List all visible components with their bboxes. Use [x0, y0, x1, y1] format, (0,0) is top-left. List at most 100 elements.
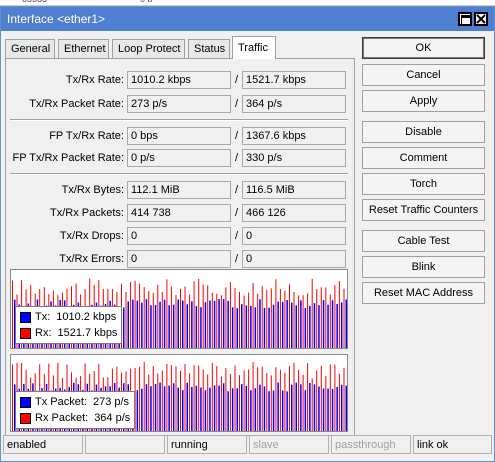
rx-bar	[125, 292, 127, 348]
close-icon[interactable]	[474, 12, 488, 26]
rx-bar	[325, 376, 327, 431]
tx-bar	[286, 391, 288, 431]
rx-bar	[139, 366, 141, 431]
fp-rx-packet-rate-field[interactable]: 330 p/s	[242, 149, 346, 167]
fp-rx-rate-field[interactable]: 1367.6 kbps	[242, 127, 346, 145]
tx-rx-errors-label: Tx/Rx Errors:	[59, 253, 124, 265]
tx-bar	[241, 384, 243, 431]
tx-drops-field[interactable]: 0	[127, 227, 231, 245]
tx-errors-field[interactable]: 0	[127, 250, 231, 268]
tab-ethernet[interactable]: Ethernet	[58, 39, 109, 58]
tx-bytes-field[interactable]: 112.1 MiB	[127, 181, 231, 199]
tx-bar	[159, 301, 161, 348]
status-link: link ok	[413, 435, 492, 454]
tx-packet-rate-field[interactable]: 273 p/s	[127, 95, 231, 113]
rx-bar	[134, 280, 136, 348]
tx-bar	[177, 387, 179, 431]
rx-bar	[257, 367, 259, 431]
rx-bar	[166, 279, 168, 348]
rx-packets-field[interactable]: 466 126	[242, 204, 346, 222]
tx-bar	[300, 384, 302, 431]
rx-bar	[252, 283, 254, 348]
tx-bar	[336, 387, 338, 431]
rx-bar	[207, 285, 209, 348]
rx-bar	[261, 285, 263, 348]
rx-bar	[143, 287, 145, 348]
maximize-icon[interactable]	[458, 12, 472, 26]
rx-bar	[343, 367, 345, 431]
rx-bar	[261, 366, 263, 431]
tx-bar	[172, 304, 175, 348]
tab-status[interactable]: Status	[188, 39, 230, 58]
rx-bar	[338, 373, 340, 431]
tx-rx-packet-rate-label: Tx/Rx Packet Rate:	[29, 98, 124, 110]
tx-rx-rate-label: Tx/Rx Rate:	[65, 74, 124, 86]
tx-bar	[172, 383, 175, 431]
reset-mac-address-button[interactable]: Reset MAC Address	[362, 282, 485, 304]
rx-bar	[289, 284, 290, 348]
rx-bar	[320, 365, 322, 431]
tx-rx-bytes-label: Tx/Rx Bytes:	[61, 184, 124, 196]
tx-bar	[168, 385, 170, 431]
rx-bar	[234, 288, 236, 348]
legend-rx-label: Rx:	[35, 327, 52, 339]
fp-tx-packet-rate-field[interactable]: 0 p/s	[127, 149, 231, 167]
tx-bar	[195, 306, 198, 348]
tx-bar	[281, 390, 284, 431]
tab-loop-protect[interactable]: Loop Protect	[112, 39, 185, 58]
tx-bar	[259, 299, 261, 348]
tx-bar	[340, 302, 343, 348]
rx-bar	[270, 375, 272, 431]
rx-bar	[284, 290, 286, 348]
tx-bar	[322, 388, 325, 431]
tx-color-swatch	[20, 311, 31, 323]
rx-bar	[229, 373, 231, 431]
tx-bar	[250, 390, 252, 431]
tx-bar	[195, 385, 198, 431]
cancel-button[interactable]: Cancel	[362, 64, 485, 86]
tx-bar	[277, 301, 279, 348]
rx-bytes-field[interactable]: 116.5 MiB	[242, 181, 346, 199]
background-text-2: 0 b	[140, 0, 153, 4]
tx-bar	[132, 299, 134, 348]
tx-bar	[218, 385, 220, 431]
tx-bar	[263, 307, 266, 348]
title-bar[interactable]: Interface <ether1>	[1, 7, 494, 31]
fp-tx-rate-field[interactable]: 0 bps	[127, 127, 231, 145]
tab-traffic[interactable]: Traffic	[232, 36, 276, 59]
rx-bar	[307, 293, 309, 348]
rx-errors-field[interactable]: 0	[242, 250, 346, 268]
rx-bar	[12, 280, 13, 348]
cable-test-button[interactable]: Cable Test	[362, 230, 485, 252]
ok-button[interactable]: OK	[362, 37, 485, 59]
rx-bar	[248, 369, 250, 431]
rx-bar	[329, 364, 331, 431]
comment-button[interactable]: Comment	[362, 147, 485, 169]
rx-color-swatch	[20, 327, 31, 339]
tx-bar	[340, 384, 343, 431]
tx-bar	[186, 304, 188, 348]
disable-button[interactable]: Disable	[362, 121, 485, 143]
rx-bar	[289, 366, 290, 431]
torch-button[interactable]: Torch	[362, 173, 485, 195]
apply-button[interactable]: Apply	[362, 90, 485, 112]
tx-packets-field[interactable]: 414 738	[127, 204, 231, 222]
status-slave: slave	[249, 435, 329, 454]
reset-traffic-counters-button[interactable]: Reset Traffic Counters	[362, 199, 485, 221]
rx-bar	[202, 284, 204, 348]
tx-bar	[218, 299, 220, 348]
rx-rate-field[interactable]: 1521.7 kbps	[242, 71, 346, 89]
rx-drops-field[interactable]: 0	[242, 227, 346, 245]
tx-rate-field[interactable]: 1010.2 kbps	[127, 71, 231, 89]
tx-bar	[159, 382, 161, 431]
tab-general[interactable]: General	[5, 39, 55, 58]
rx-bar	[225, 368, 227, 431]
rx-bar	[225, 287, 227, 348]
rx-bar	[207, 374, 209, 431]
rx-bar	[334, 285, 336, 348]
rx-bar	[175, 295, 177, 348]
rx-packet-rate-field[interactable]: 364 p/s	[242, 95, 346, 113]
blink-button[interactable]: Blink	[362, 256, 485, 278]
tx-bar	[277, 382, 279, 431]
rx-bar	[229, 282, 231, 348]
